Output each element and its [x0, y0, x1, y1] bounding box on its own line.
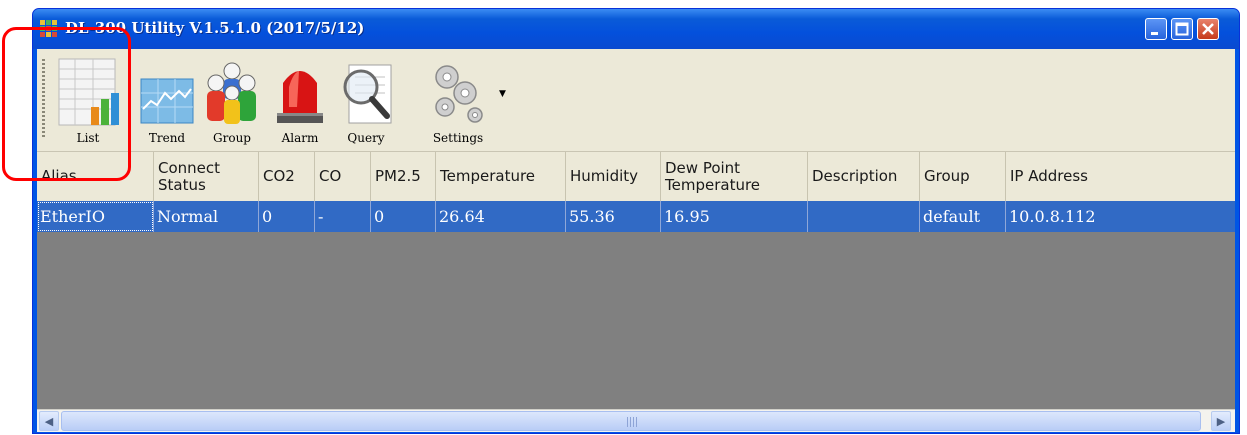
scrollbar-grip-icon — [627, 417, 637, 427]
trend-chart-icon — [140, 78, 194, 124]
trend-button[interactable]: Trend — [137, 53, 197, 147]
query-label: Query — [347, 131, 385, 145]
cell-temperature[interactable]: 26.64 — [436, 201, 566, 232]
cell-ip-address[interactable]: 10.0.8.112 — [1006, 201, 1235, 232]
chevron-left-icon: ◀ — [44, 414, 54, 428]
trend-label: Trend — [148, 131, 186, 145]
device-list-grid[interactable]: Alias Connect Status CO2 CO PM2.5 Temper… — [37, 152, 1235, 409]
table-header: Alias Connect Status CO2 CO PM2.5 Temper… — [37, 152, 1235, 201]
maximize-button[interactable] — [1171, 18, 1193, 40]
group-people-icon — [207, 62, 256, 124]
settings-dropdown-arrow-icon[interactable]: ▼ — [499, 89, 506, 99]
cell-connect-status[interactable]: Normal — [154, 201, 259, 232]
query-magnifier-icon — [343, 64, 392, 124]
toolbar: List Trend Group Alarm Query Settings ▼ — [37, 49, 1235, 152]
cell-group[interactable]: default — [920, 201, 1006, 232]
group-label: Group — [213, 131, 251, 145]
cell-co2[interactable]: 0 — [259, 201, 315, 232]
list-highlight-box — [2, 27, 131, 181]
group-button[interactable]: Group — [201, 53, 263, 147]
close-button[interactable] — [1197, 18, 1219, 40]
cell-humidity[interactable]: 55.36 — [566, 201, 661, 232]
settings-label: Settings — [432, 131, 484, 145]
settings-button[interactable]: Settings — [425, 53, 491, 147]
cell-dew-point-temperature[interactable]: 16.95 — [661, 201, 808, 232]
column-header-humidity[interactable]: Humidity — [566, 152, 661, 201]
cell-description[interactable] — [808, 201, 920, 232]
settings-gears-icon — [435, 65, 483, 123]
alarm-label: Alarm — [281, 131, 319, 145]
horizontal-scrollbar[interactable]: ◀ ▶ — [37, 409, 1235, 432]
column-header-co[interactable]: CO — [315, 152, 371, 201]
column-header-temperature[interactable]: Temperature — [436, 152, 566, 201]
title-bar[interactable]: DL-300 Utility V.1.5.1.0 (2017/5/12) — [33, 9, 1239, 49]
scrollbar-thumb[interactable] — [61, 411, 1201, 431]
query-button[interactable]: Query — [335, 53, 397, 147]
column-header-description[interactable]: Description — [808, 152, 920, 201]
cell-co[interactable]: - — [315, 201, 371, 232]
close-icon — [1202, 23, 1214, 35]
column-header-dew-point-temperature[interactable]: Dew Point Temperature — [661, 152, 808, 201]
minimize-button[interactable] — [1145, 18, 1167, 40]
alarm-button[interactable]: Alarm — [271, 53, 329, 147]
chevron-right-icon: ▶ — [1216, 414, 1226, 428]
utility-window: DL-300 Utility V.1.5.1.0 (2017/5/12) Lis… — [32, 8, 1240, 434]
column-header-co2[interactable]: CO2 — [259, 152, 315, 201]
minimize-icon — [1151, 32, 1158, 35]
scroll-left-button[interactable]: ◀ — [39, 411, 59, 431]
cell-pm25[interactable]: 0 — [371, 201, 436, 232]
column-header-ip-address[interactable]: IP Address — [1006, 152, 1235, 201]
column-header-connect-status[interactable]: Connect Status — [154, 152, 259, 201]
cell-alias[interactable]: EtherIO — [37, 201, 154, 232]
column-header-pm25[interactable]: PM2.5 — [371, 152, 436, 201]
scroll-right-button[interactable]: ▶ — [1211, 411, 1231, 431]
column-header-group[interactable]: Group — [920, 152, 1006, 201]
table-row[interactable]: EtherIO Normal 0 - 0 26.64 55.36 16.95 d… — [37, 201, 1235, 232]
maximize-icon — [1175, 22, 1189, 36]
alarm-beacon-icon — [277, 71, 323, 123]
